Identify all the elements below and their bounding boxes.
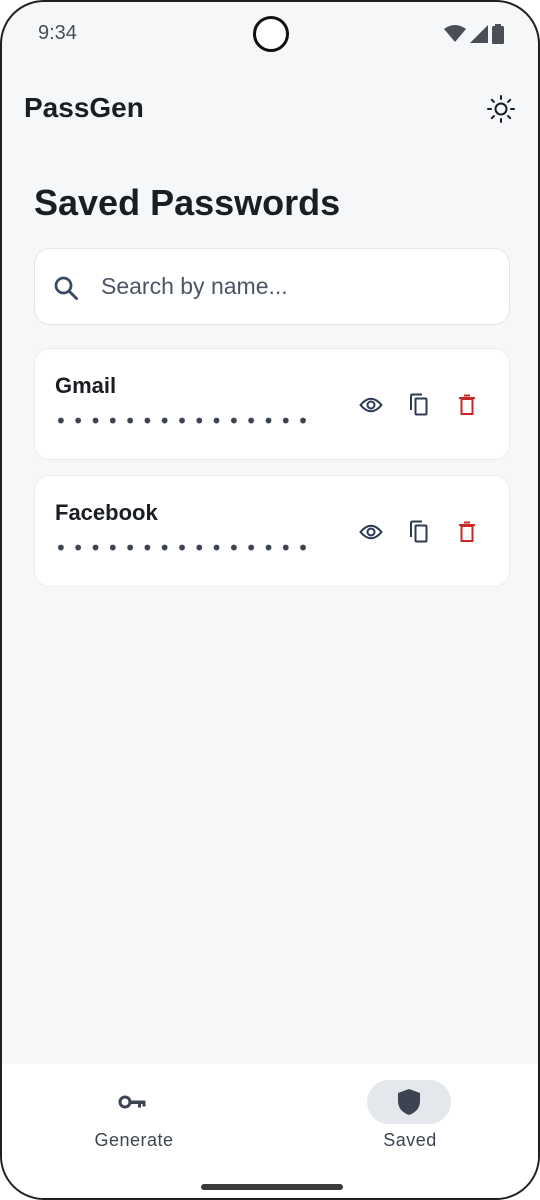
view-password-button[interactable] [357, 391, 385, 419]
search-input[interactable] [101, 249, 491, 324]
delete-password-button[interactable] [453, 518, 481, 546]
home-indicator[interactable] [201, 1184, 343, 1190]
signal-icon [470, 25, 488, 43]
camera-cutout [253, 16, 289, 52]
status-bar: 9:34 [2, 2, 538, 68]
eye-icon [359, 397, 383, 413]
nav-saved-icon-container [367, 1080, 451, 1124]
copy-icon [410, 393, 428, 416]
status-icons [444, 24, 504, 44]
phone-frame: 9:34 PassGen Saved Passwords Search by n… [0, 0, 540, 1200]
key-icon [118, 1095, 146, 1109]
view-password-button[interactable] [357, 518, 385, 546]
battery-icon [492, 24, 504, 44]
shield-icon [398, 1089, 420, 1115]
search-icon [54, 276, 78, 300]
trash-icon [459, 521, 475, 542]
copy-icon [410, 520, 428, 543]
password-card-gmail[interactable]: Gmail ••••••••••••••• [34, 348, 510, 460]
status-time: 9:34 [38, 22, 77, 44]
masked-password: ••••••••••••••• [55, 409, 315, 433]
password-name: Gmail [55, 373, 117, 398]
password-card-facebook[interactable]: Facebook ••••••••••••••• [34, 475, 510, 587]
trash-icon [459, 394, 475, 415]
nav-generate-label: Generate [94, 1130, 174, 1150]
password-name: Facebook [55, 500, 158, 525]
masked-password: ••••••••••••••• [55, 536, 315, 560]
sun-icon [487, 95, 515, 123]
nav-generate[interactable]: Generate [64, 1078, 204, 1158]
nav-saved-label: Saved [383, 1130, 437, 1150]
search-box[interactable] [34, 248, 510, 325]
nav-generate-icon-container [91, 1080, 175, 1124]
app-title: PassGen [24, 92, 144, 123]
nav-saved[interactable]: Saved [340, 1078, 480, 1158]
copy-password-button[interactable] [405, 518, 433, 546]
bottom-navigation: Generate Saved [2, 1064, 538, 1198]
wifi-icon [444, 25, 466, 42]
delete-password-button[interactable] [453, 391, 481, 419]
copy-password-button[interactable] [405, 391, 433, 419]
theme-toggle-button[interactable] [484, 92, 518, 126]
eye-icon [359, 524, 383, 540]
page-title: Saved Passwords [34, 182, 341, 223]
